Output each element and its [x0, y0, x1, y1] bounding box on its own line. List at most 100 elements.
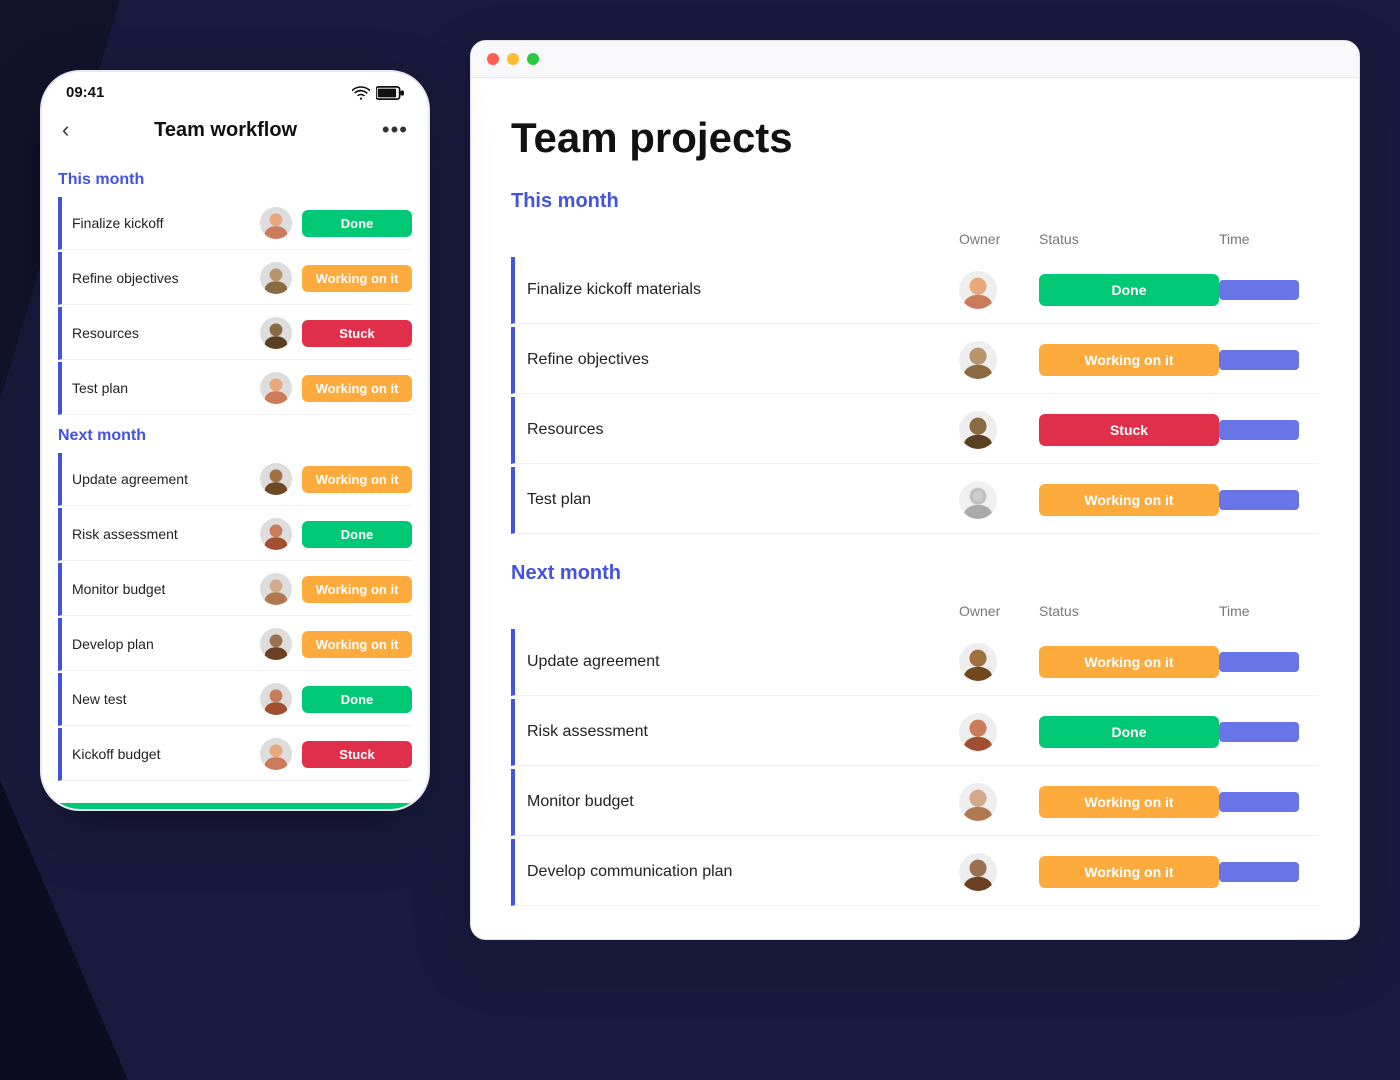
desktop-task-name: Update agreement — [527, 653, 959, 671]
status-badge-done: Done — [1039, 274, 1219, 306]
avatar — [959, 783, 997, 821]
timeline-bar — [1219, 862, 1299, 882]
desktop-task-name: Resources — [527, 421, 959, 439]
avatar — [260, 463, 292, 495]
phone-task-name: Test plan — [72, 380, 250, 396]
titlebar-dot-yellow — [507, 53, 519, 65]
status-badge-working: Working on it — [1039, 786, 1219, 818]
desktop-table-header-nextmonth: Owner Status Time — [511, 597, 1319, 625]
status-badge-stuck: Stuck — [302, 741, 412, 768]
desktop-task-name: Monitor budget — [527, 793, 959, 811]
desktop-task-row[interactable]: Risk assessment Done — [511, 699, 1319, 766]
phone-task-name: Update agreement — [72, 471, 250, 487]
desktop-task-row[interactable]: Develop communication plan Working on it — [511, 839, 1319, 906]
desktop-titlebar — [471, 41, 1359, 78]
desktop-task-name: Refine objectives — [527, 351, 959, 369]
phone-time: 09:41 — [66, 84, 104, 101]
desktop-task-row[interactable]: Test plan Working on it — [511, 467, 1319, 534]
avatar — [260, 317, 292, 349]
desktop-task-name: Develop communication plan — [527, 863, 959, 881]
status-badge-working: Working on it — [302, 466, 412, 493]
timeline-bar — [1219, 280, 1299, 300]
avatar — [959, 271, 997, 309]
phone-task-row[interactable]: Refine objectives Working on it — [58, 252, 412, 305]
avatar — [959, 643, 997, 681]
status-badge-working: Working on it — [302, 576, 412, 603]
status-badge-working: Working on it — [1039, 856, 1219, 888]
desktop-task-row[interactable]: Refine objectives Working on it — [511, 327, 1319, 394]
desktop-task-row[interactable]: Finalize kickoff materials Done — [511, 257, 1319, 324]
mobile-phone: 09:41 ‹ Team workflow ••• — [40, 70, 430, 811]
phone-task-row[interactable]: Finalize kickoff Done — [58, 197, 412, 250]
phone-task-row[interactable]: Test plan Working on it — [58, 362, 412, 415]
desktop-task-name: Finalize kickoff materials — [527, 281, 959, 299]
avatar — [260, 372, 292, 404]
phone-task-name: Resources — [72, 325, 250, 341]
status-badge-working: Working on it — [302, 631, 412, 658]
phone-back-button[interactable]: ‹ — [62, 117, 69, 143]
status-badge-done: Done — [1039, 716, 1219, 748]
phone-section-title-nextmonth: Next month — [58, 427, 412, 445]
desktop-content: Team projects This month Owner Status Ti… — [471, 78, 1359, 939]
phone-task-row[interactable]: New test Done — [58, 673, 412, 726]
phone-status-bar: 09:41 — [42, 72, 428, 109]
desktop-task-row[interactable]: Monitor budget Working on it — [511, 769, 1319, 836]
phone-section-title-thismonth: This month — [58, 171, 412, 189]
phone-task-row[interactable]: Update agreement Working on it — [58, 453, 412, 506]
phone-task-row[interactable]: Develop plan Working on it — [58, 618, 412, 671]
status-badge-done: Done — [302, 686, 412, 713]
phone-task-row[interactable]: Kickoff budget Stuck — [58, 728, 412, 781]
wifi-icon — [352, 86, 370, 100]
desktop-section-thismonth: This month — [511, 190, 1319, 213]
avatar — [959, 481, 997, 519]
status-badge-stuck: Stuck — [302, 320, 412, 347]
desktop-table-header: Owner Status Time — [511, 225, 1319, 253]
status-badge-done: Done — [302, 521, 412, 548]
status-badge-done: Done — [302, 210, 412, 237]
timeline-bar — [1219, 490, 1299, 510]
phone-header: ‹ Team workflow ••• — [42, 109, 428, 159]
avatar — [260, 573, 292, 605]
status-badge-stuck: Stuck — [1039, 414, 1219, 446]
avatar — [260, 738, 292, 770]
phone-task-name: Kickoff budget — [72, 746, 250, 762]
phone-content: This month Finalize kickoff Done Refine … — [42, 171, 428, 803]
phone-task-name: Refine objectives — [72, 270, 250, 286]
main-container: 09:41 ‹ Team workflow ••• — [40, 40, 1360, 1040]
phone-menu-button[interactable]: ••• — [382, 117, 408, 143]
desktop-task-row[interactable]: Update agreement Working on it — [511, 629, 1319, 696]
phone-task-name: New test — [72, 691, 250, 707]
phone-bottom-bar — [42, 803, 428, 809]
status-badge-working: Working on it — [302, 265, 412, 292]
status-badge-working: Working on it — [1039, 344, 1219, 376]
titlebar-dot-red — [487, 53, 499, 65]
avatar — [260, 628, 292, 660]
col-time: Time — [1219, 231, 1319, 247]
col-status: Status — [1039, 603, 1219, 619]
status-badge-working: Working on it — [302, 375, 412, 402]
desktop-task-name: Test plan — [527, 491, 959, 509]
phone-task-row[interactable]: Resources Stuck — [58, 307, 412, 360]
phone-task-row[interactable]: Monitor budget Working on it — [58, 563, 412, 616]
battery-icon — [376, 86, 404, 100]
desktop-task-row[interactable]: Resources Stuck — [511, 397, 1319, 464]
status-badge-working: Working on it — [1039, 484, 1219, 516]
avatar — [260, 518, 292, 550]
avatar — [959, 713, 997, 751]
col-task — [511, 231, 959, 247]
timeline-bar — [1219, 792, 1299, 812]
phone-status-icons — [352, 86, 404, 100]
avatar — [260, 207, 292, 239]
desktop-section-nextmonth: Next month — [511, 562, 1319, 585]
avatar — [959, 341, 997, 379]
col-time: Time — [1219, 603, 1319, 619]
timeline-bar — [1219, 722, 1299, 742]
avatar — [260, 262, 292, 294]
timeline-bar — [1219, 350, 1299, 370]
phone-task-name: Finalize kickoff — [72, 215, 250, 231]
phone-task-row[interactable]: Risk assessment Done — [58, 508, 412, 561]
avatar — [959, 853, 997, 891]
titlebar-dot-green — [527, 53, 539, 65]
desktop-window: Team projects This month Owner Status Ti… — [470, 40, 1360, 940]
avatar — [260, 683, 292, 715]
